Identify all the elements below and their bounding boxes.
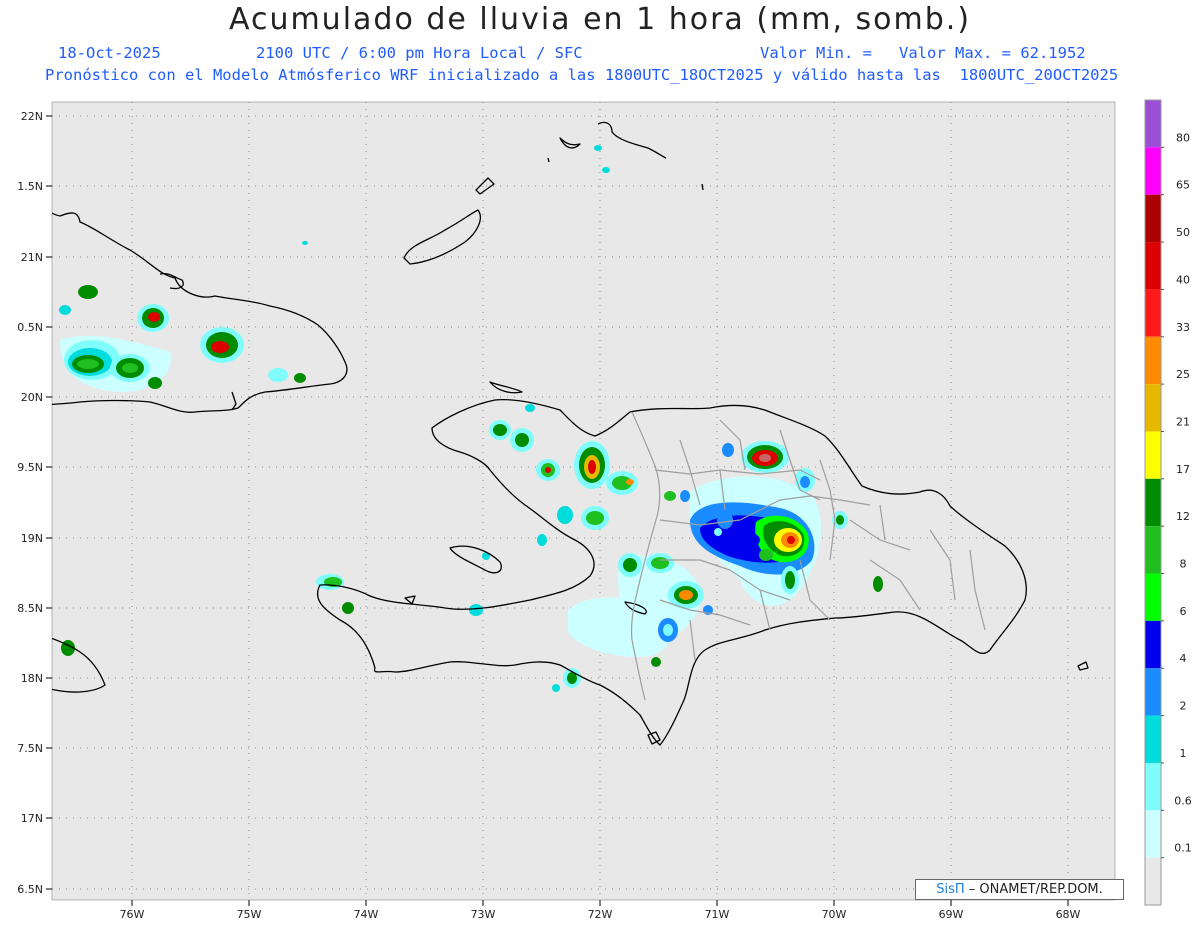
legend-swatch bbox=[1145, 857, 1161, 905]
legend-label: 17 bbox=[1176, 463, 1190, 476]
lat-ticks bbox=[46, 115, 52, 890]
legend-label: 1 bbox=[1180, 747, 1187, 760]
legend-label: 40 bbox=[1176, 273, 1190, 286]
lat-label: 22N bbox=[21, 110, 43, 123]
lon-label: 69W bbox=[939, 908, 964, 921]
cell-cuba-a bbox=[64, 340, 120, 380]
legend-label: 33 bbox=[1176, 321, 1190, 334]
legend-label: 25 bbox=[1176, 368, 1190, 381]
lon-label: 75W bbox=[237, 908, 262, 921]
lat-label: 18N bbox=[21, 672, 43, 685]
legend-label: 21 bbox=[1176, 415, 1190, 428]
legend-label: 8 bbox=[1180, 558, 1187, 571]
legend-label: 0.1 bbox=[1174, 842, 1192, 855]
legend-swatch bbox=[1145, 289, 1161, 337]
legend-swatch bbox=[1145, 526, 1161, 574]
legend-label: 50 bbox=[1176, 226, 1190, 239]
legend-swatch bbox=[1145, 431, 1161, 479]
cell-cuba-d bbox=[200, 327, 244, 363]
legend-swatch bbox=[1145, 100, 1161, 148]
lat-label: 1.5N bbox=[17, 180, 43, 193]
lon-label: 72W bbox=[588, 908, 613, 921]
legend-swatch bbox=[1145, 620, 1161, 669]
legend-label: 2 bbox=[1180, 700, 1187, 713]
legend-label: 4 bbox=[1180, 652, 1187, 665]
lat-label: 7.5N bbox=[17, 742, 43, 755]
map-background bbox=[51, 101, 1116, 901]
legend-swatch bbox=[1145, 147, 1161, 195]
lat-labels: 22N 1.5N 21N 0.5N 20N 9.5N 19N 8.5N 18N … bbox=[17, 110, 43, 896]
lat-label: 9.5N bbox=[17, 461, 43, 474]
legend-label: 0.6 bbox=[1174, 794, 1192, 807]
precipitation-map: 22N 1.5N 21N 0.5N 20N 9.5N 19N 8.5N 18N … bbox=[17, 99, 1192, 921]
lat-label: 0.5N bbox=[17, 321, 43, 334]
legend-label: 6 bbox=[1180, 605, 1187, 618]
legend-label: 12 bbox=[1176, 510, 1190, 523]
lon-label: 73W bbox=[471, 908, 496, 921]
legend-swatch bbox=[1145, 242, 1161, 290]
lat-label: 19N bbox=[21, 532, 43, 545]
cell-cuba-c bbox=[137, 304, 169, 332]
legend-swatch bbox=[1145, 336, 1161, 385]
lat-label: 6.5N bbox=[17, 883, 43, 896]
legend-swatch bbox=[1145, 762, 1161, 811]
cell-cuba-b bbox=[110, 354, 150, 382]
legend-swatch bbox=[1145, 810, 1161, 858]
legend-swatch bbox=[1145, 668, 1161, 716]
lon-label: 76W bbox=[120, 908, 145, 921]
legend-swatch bbox=[1145, 384, 1161, 432]
lon-label: 68W bbox=[1056, 908, 1081, 921]
lat-label: 8.5N bbox=[17, 602, 43, 615]
legend-label: 80 bbox=[1176, 131, 1190, 144]
legend-swatch bbox=[1145, 478, 1161, 527]
lat-label: 20N bbox=[21, 391, 43, 404]
lon-ticks bbox=[131, 900, 1069, 906]
color-legend: 806550403325211712864210.60.1 bbox=[1144, 99, 1192, 906]
cell-puertoplata bbox=[741, 441, 789, 473]
lon-labels: 76W 75W 74W 73W 72W 71W 70W 69W 68W bbox=[120, 908, 1081, 921]
lat-label: 21N bbox=[21, 251, 43, 264]
sispi-logo: SisΠ bbox=[936, 882, 965, 897]
lon-label: 70W bbox=[822, 908, 847, 921]
credit-text: – ONAMET/REP.DOM. bbox=[968, 882, 1103, 897]
lon-label: 74W bbox=[354, 908, 379, 921]
legend-swatch bbox=[1145, 573, 1161, 621]
lon-label: 71W bbox=[705, 908, 730, 921]
legend-label: 65 bbox=[1176, 179, 1190, 192]
legend-swatch bbox=[1145, 194, 1161, 243]
lat-label: 17N bbox=[21, 812, 43, 825]
legend-swatch bbox=[1145, 715, 1161, 763]
credit-box: SisΠ – ONAMET/REP.DOM. bbox=[915, 879, 1124, 900]
